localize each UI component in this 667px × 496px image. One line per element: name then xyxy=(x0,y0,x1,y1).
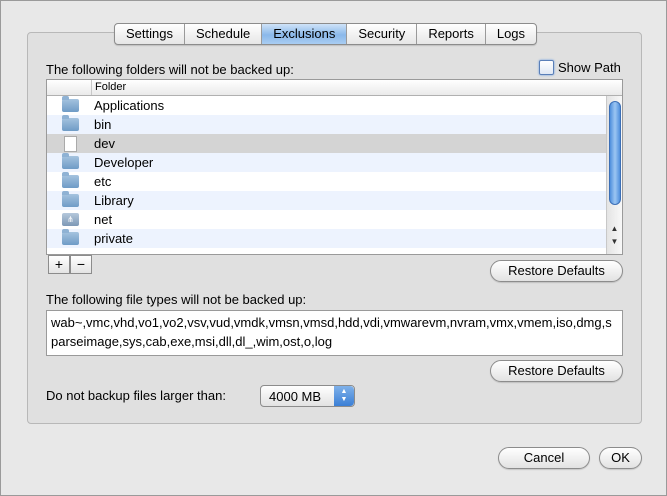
icon-column-header[interactable] xyxy=(47,80,92,95)
folder-name: net xyxy=(94,212,113,227)
file-types-label: The following file types will not be bac… xyxy=(46,292,307,307)
show-path-checkbox[interactable]: Show Path xyxy=(539,60,621,75)
tab-schedule[interactable]: Schedule xyxy=(185,24,263,44)
file-types-field[interactable]: wab~,vmc,vhd,vo1,vo2,vsv,vud,vmdk,vmsn,v… xyxy=(46,310,623,356)
tab-reports[interactable]: Reports xyxy=(417,24,486,44)
folder-icon xyxy=(62,115,79,131)
table-rows: Applications bin dev Developer etc Libra… xyxy=(47,96,607,248)
folder-name: Applications xyxy=(94,98,165,113)
folder-name: Library xyxy=(94,193,134,208)
tab-bar: Settings Schedule Exclusions Security Re… xyxy=(114,23,538,45)
folder-column-header[interactable]: Folder xyxy=(92,80,126,95)
tab-exclusions[interactable]: Exclusions xyxy=(262,24,348,44)
stepper-arrows-icon: ▲ ▼ xyxy=(334,386,354,406)
size-limit-value: 4000 MB xyxy=(269,388,322,404)
folder-name: dev xyxy=(94,136,115,151)
excluded-folders-table[interactable]: Folder Applications bin dev Developer et… xyxy=(46,79,623,255)
table-row[interactable]: Developer xyxy=(47,153,607,172)
remove-folder-button[interactable]: − xyxy=(70,255,92,274)
folders-label: The following folders will not be backed… xyxy=(46,62,294,77)
table-row[interactable]: Applications xyxy=(47,96,607,115)
scroll-thumb[interactable] xyxy=(609,101,621,205)
table-row[interactable]: dev xyxy=(47,134,607,153)
size-limit-label: Do not backup files larger than: xyxy=(46,388,226,403)
app-folder-icon xyxy=(62,96,79,112)
size-limit-select[interactable]: 4000 MB ▲ ▼ xyxy=(260,385,355,407)
file-icon xyxy=(64,135,77,152)
table-header: Folder xyxy=(47,80,622,96)
folder-icon xyxy=(62,229,79,245)
tab-logs[interactable]: Logs xyxy=(486,24,536,44)
preferences-window: Settings Schedule Exclusions Security Re… xyxy=(0,0,667,496)
app-folder-icon xyxy=(62,153,79,169)
scroll-up-arrow-icon[interactable]: ▲ xyxy=(607,224,622,233)
add-folder-button[interactable]: + xyxy=(48,255,70,274)
restore-folders-defaults-button[interactable]: Restore Defaults xyxy=(490,260,623,282)
folder-name: Developer xyxy=(94,155,154,170)
folder-name: bin xyxy=(94,117,112,132)
table-row[interactable]: etc xyxy=(47,172,607,191)
library-folder-icon xyxy=(62,191,79,207)
folder-icon xyxy=(62,172,79,188)
folder-name: etc xyxy=(94,174,112,189)
checkbox-box[interactable] xyxy=(539,60,554,75)
show-path-label: Show Path xyxy=(558,60,621,75)
table-row[interactable]: bin xyxy=(47,115,607,134)
cancel-button[interactable]: Cancel xyxy=(498,447,590,469)
table-row[interactable]: private xyxy=(47,229,607,248)
scroll-down-arrow-icon[interactable]: ▼ xyxy=(607,237,622,246)
table-row[interactable]: ⋔ net xyxy=(47,210,607,229)
folder-name: private xyxy=(94,231,134,246)
ok-button[interactable]: OK xyxy=(599,447,642,469)
restore-types-defaults-button[interactable]: Restore Defaults xyxy=(490,360,623,382)
tab-settings[interactable]: Settings xyxy=(115,24,185,44)
vertical-scrollbar[interactable]: ▲ ▼ xyxy=(606,96,622,254)
table-row[interactable]: Library xyxy=(47,191,607,210)
network-icon: ⋔ xyxy=(62,213,79,226)
tab-security[interactable]: Security xyxy=(347,24,418,44)
